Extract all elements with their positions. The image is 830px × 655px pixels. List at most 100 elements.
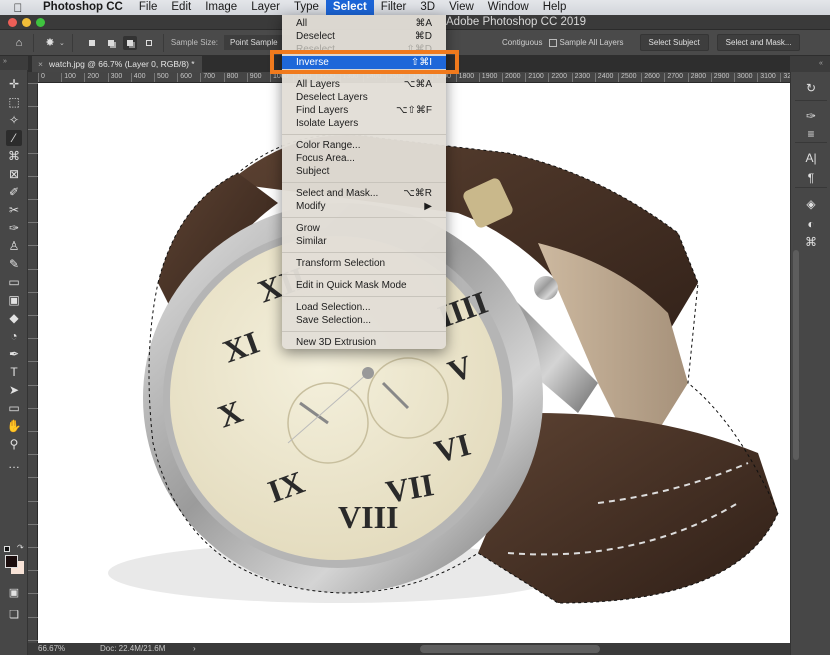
- path-selection-tool-icon[interactable]: ➤: [6, 382, 22, 398]
- dodge-tool-icon[interactable]: ◔: [6, 328, 22, 344]
- ruler-tick-label: 2400: [594, 73, 613, 82]
- menu-item-save-selection[interactable]: Save Selection...: [282, 314, 446, 327]
- brush-settings-icon[interactable]: ✑: [803, 108, 819, 124]
- menu-item-color-range[interactable]: Color Range...: [282, 139, 446, 152]
- ruler-tick: [28, 175, 38, 177]
- document-tab[interactable]: × watch.jpg @ 66.7% (Layer 0, RGB/8) *: [32, 56, 202, 72]
- layers-icon[interactable]: ◈: [803, 196, 819, 212]
- vertical-scrollbar[interactable]: [793, 250, 799, 460]
- menu-item-all-layers[interactable]: All Layers ⌥⌘A: [282, 78, 446, 91]
- magic-wand-tool-icon[interactable]: ⁄: [6, 130, 22, 146]
- new-selection-mode-button[interactable]: [85, 36, 99, 50]
- status-info-arrow[interactable]: ›: [193, 643, 196, 655]
- menu-3d[interactable]: 3D: [413, 0, 442, 15]
- menu-help[interactable]: Help: [536, 0, 574, 15]
- mores-tool-icon[interactable]: …: [6, 456, 22, 472]
- apple-icon[interactable]: : [0, 1, 36, 15]
- menu-item-select-and-mask[interactable]: Select and Mask... ⌥⌘R: [282, 187, 446, 200]
- close-tab-icon[interactable]: ×: [38, 59, 43, 69]
- character-icon[interactable]: A|: [803, 150, 819, 166]
- healing-brush-tool-icon[interactable]: ✂: [6, 202, 22, 218]
- default-colors-icon[interactable]: [4, 546, 10, 552]
- menu-item-shortcut: ⌘A: [415, 18, 432, 29]
- history-brush-tool-icon[interactable]: ✎: [6, 256, 22, 272]
- subtract-from-selection-mode-button[interactable]: [122, 35, 137, 50]
- intersect-selection-mode-button[interactable]: [142, 36, 156, 50]
- sample-all-layers-label[interactable]: Sample All Layers: [560, 38, 624, 47]
- document-tab-title: watch.jpg @ 66.7% (Layer 0, RGB/8) *: [48, 59, 195, 69]
- lasso-tool-icon[interactable]: ✧: [6, 112, 22, 128]
- panel-collapse-icon[interactable]: »: [3, 58, 7, 65]
- menu-item-grow[interactable]: Grow: [282, 222, 446, 235]
- brush-tool-icon[interactable]: ✑: [6, 220, 22, 236]
- panel-collapse-icon[interactable]: «: [819, 60, 823, 67]
- menu-item-shortcut: ⌥⌘A: [403, 79, 432, 90]
- hand-tool-icon[interactable]: ✋: [6, 418, 22, 434]
- window-title: Adobe Photoshop CC 2019: [446, 16, 587, 28]
- menu-select[interactable]: Select: [325, 0, 374, 15]
- menu-item-all[interactable]: All ⌘A: [282, 17, 446, 30]
- menu-image[interactable]: Image: [198, 0, 244, 15]
- ruler-tick-label: 500: [154, 73, 169, 82]
- rectangle-tool-icon[interactable]: ▭: [6, 400, 22, 416]
- menu-edit[interactable]: Edit: [164, 0, 198, 15]
- gradient-tool-icon[interactable]: ▣: [6, 292, 22, 308]
- paths-icon[interactable]: ⌘: [803, 234, 819, 250]
- minimize-window-button[interactable]: [22, 18, 31, 27]
- menu-item-isolate-layers[interactable]: Isolate Layers: [282, 117, 446, 130]
- contiguous-label[interactable]: Contiguous: [502, 38, 542, 47]
- eyedropper-tool-icon[interactable]: ✐: [6, 184, 22, 200]
- sample-all-layers-checkbox[interactable]: [548, 38, 557, 47]
- zoom-tool-icon[interactable]: ⚲: [6, 436, 22, 452]
- select-and-mask-button[interactable]: Select and Mask...: [716, 34, 801, 51]
- ruler-tick-label: 700: [200, 73, 215, 82]
- menu-item-modify[interactable]: Modify ▶: [282, 200, 446, 213]
- ruler-tick: [28, 407, 38, 409]
- menu-item-deselect-layers[interactable]: Deselect Layers: [282, 91, 446, 104]
- menu-item-transform-selection[interactable]: Transform Selection: [282, 257, 446, 270]
- menu-item-new-3d-extrusion[interactable]: New 3D Extrusion: [282, 336, 446, 349]
- ruler-tick: [28, 384, 38, 386]
- close-window-button[interactable]: [8, 18, 17, 27]
- zoom-window-button[interactable]: [36, 18, 45, 27]
- history-icon[interactable]: ↻: [803, 80, 819, 96]
- menu-layer[interactable]: Layer: [244, 0, 287, 15]
- menu-item-focus-area[interactable]: Focus Area...: [282, 152, 446, 165]
- crop-tool-icon[interactable]: ⌘: [6, 148, 22, 164]
- magic-wand-icon[interactable]: ✸: [43, 36, 57, 49]
- menu-item-similar[interactable]: Similar: [282, 235, 446, 248]
- channels-icon[interactable]: ◐: [803, 216, 819, 232]
- quick-mask-icon[interactable]: ▣: [6, 585, 22, 601]
- menu-view[interactable]: View: [442, 0, 481, 15]
- clone-stamp-tool-icon[interactable]: ♙: [6, 238, 22, 254]
- select-subject-button[interactable]: Select Subject: [639, 34, 709, 51]
- frame-tool-icon[interactable]: ⊠: [6, 166, 22, 182]
- menu-filter[interactable]: Filter: [374, 0, 414, 15]
- pen-tool-icon[interactable]: ✒: [6, 346, 22, 362]
- menu-type[interactable]: Type: [287, 0, 326, 15]
- horizontal-scrollbar[interactable]: [420, 645, 600, 653]
- eraser-tool-icon[interactable]: ▭: [6, 274, 22, 290]
- menu-item-edit-in-quick-mask-mode[interactable]: Edit in Quick Mask Mode: [282, 279, 446, 292]
- menu-file[interactable]: File: [132, 0, 165, 15]
- zoom-level[interactable]: 66.67%: [38, 643, 65, 655]
- marquee-tool-icon[interactable]: ⬚: [6, 94, 22, 110]
- home-icon[interactable]: ⌂: [12, 37, 26, 49]
- swap-colors-icon[interactable]: ↷: [17, 543, 24, 552]
- screen-mode-icon[interactable]: ❏: [6, 607, 22, 623]
- menu-item-label: Modify: [296, 201, 326, 212]
- foreground-color-swatch[interactable]: [5, 555, 18, 568]
- move-tool-icon[interactable]: ✛: [6, 76, 22, 92]
- tool-preset-chevron-down-icon[interactable]: ⌄: [59, 39, 65, 47]
- add-to-selection-mode-button[interactable]: [104, 36, 118, 50]
- menu-photoshop-cc[interactable]: Photoshop CC: [36, 0, 132, 15]
- menu-item-load-selection[interactable]: Load Selection...: [282, 301, 446, 314]
- menu-window[interactable]: Window: [481, 0, 536, 15]
- adjustments-icon[interactable]: ≡: [803, 126, 819, 142]
- menu-item-find-layers[interactable]: Find Layers ⌥⇧⌘F: [282, 104, 446, 117]
- blur-tool-icon[interactable]: ◆: [6, 310, 22, 326]
- menu-item-deselect[interactable]: Deselect ⌘D: [282, 30, 446, 43]
- paragraph-icon[interactable]: ¶: [803, 170, 819, 186]
- type-tool-icon[interactable]: T: [6, 364, 22, 380]
- menu-item-subject[interactable]: Subject: [282, 165, 446, 178]
